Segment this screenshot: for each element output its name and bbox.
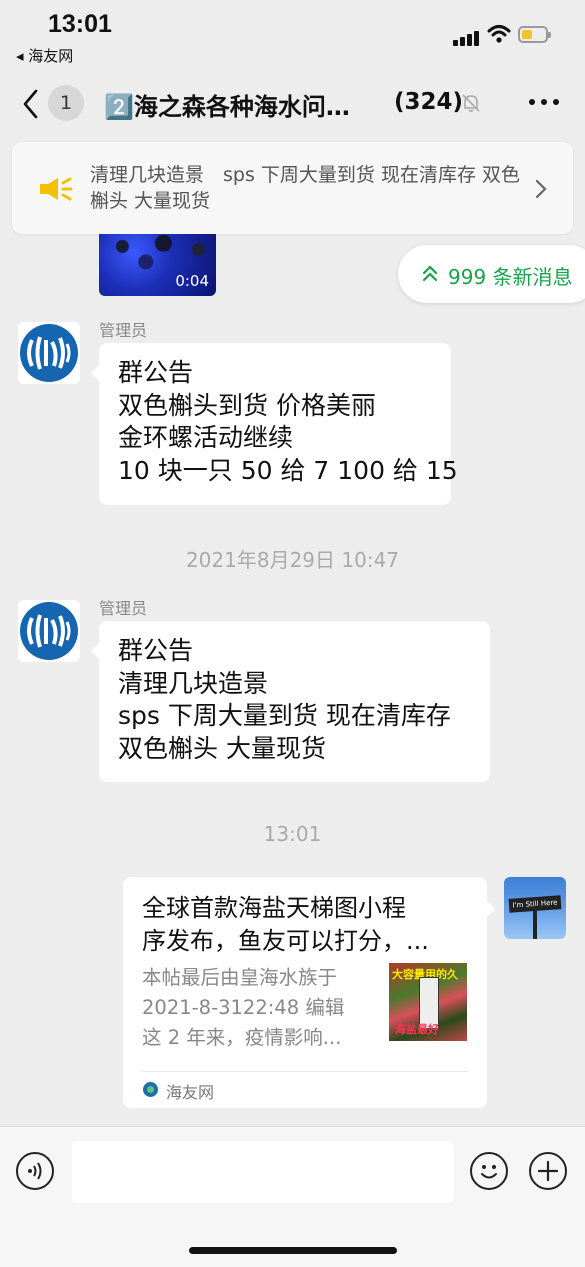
new-messages-label: 999 条新消息	[448, 265, 573, 289]
sender-avatar[interactable]	[18, 322, 80, 384]
message-input[interactable]	[72, 1141, 454, 1203]
smiley-icon	[481, 1165, 497, 1179]
chat-title: 2️⃣海之森各种海水问…	[104, 93, 350, 121]
link-title-line: 序发布，鱼友可以打分，...	[142, 927, 429, 955]
message-line: sps 下周大量到货 现在清库存	[118, 701, 451, 730]
source-logo-icon	[143, 1082, 158, 1097]
message-line: 清理几块造景	[118, 668, 269, 698]
link-thumbnail: 大容量用的久 海盐最好	[389, 963, 467, 1041]
link-title-line: 全球首款海盐天梯图小程	[142, 894, 406, 922]
status-bar: 13:01 ◂ 海友网	[0, 0, 585, 70]
message-input-bar	[0, 1126, 585, 1267]
video-message[interactable]: 0:04	[99, 234, 216, 296]
announcement-text: 清理几块造景 sps 下周大量到货 现在清库存 双色槲头 大量现货	[90, 164, 520, 212]
member-count: (324)	[394, 89, 464, 115]
link-desc-line: 本帖最后由皇海水族于	[142, 966, 338, 989]
double-chevron-up-icon	[422, 265, 438, 282]
link-desc-line: 2021-8-3122:48 编辑	[142, 996, 345, 1019]
message-timestamp: 2021年8月29日 10:47	[185, 548, 400, 572]
message-line: 双色槲头 大量现货	[118, 733, 326, 763]
chat-header: 1 2️⃣海之森各种海水问… (324)	[0, 75, 585, 133]
link-source: 海友网	[166, 1083, 215, 1102]
sender-name: 管理员	[99, 321, 148, 340]
video-duration: 0:04	[175, 272, 209, 290]
wifi-icon	[487, 25, 511, 43]
thumb-caption-bottom: 海盐最好	[395, 1023, 439, 1036]
back-to-app-link[interactable]: ◂ 海友网	[16, 45, 73, 66]
chevron-right-icon	[535, 179, 547, 199]
sender-avatar[interactable]	[18, 600, 80, 662]
plus-icon	[537, 1160, 559, 1182]
voice-input-button[interactable]	[16, 1152, 54, 1190]
my-avatar[interactable]: I'm Still Here	[504, 877, 566, 939]
message-line: 群公告	[118, 636, 194, 665]
back-chevron-icon[interactable]	[20, 88, 42, 120]
message-line: 10 块一只 50 给 7 100 给 15	[118, 455, 458, 485]
shared-link-card[interactable]: 全球首款海盐天梯图小程 序发布，鱼友可以打分，... 本帖最后由皇海水族于 20…	[123, 877, 495, 1108]
more-actions-button[interactable]	[529, 1152, 567, 1190]
message-line: 金环螺活动继续	[118, 423, 294, 452]
link-title: 全球首款海盐天梯图小程 序发布，鱼友可以打分，...	[142, 892, 472, 958]
avatar-sign-pole	[533, 911, 537, 939]
logo-avatar-icon	[18, 600, 80, 662]
time-divider: 13:01	[263, 822, 322, 846]
battery-icon	[518, 26, 551, 43]
home-indicator[interactable]	[189, 1247, 397, 1254]
cellular-signal-icon	[453, 28, 479, 46]
more-options-icon[interactable]	[528, 95, 560, 109]
emoji-button[interactable]	[470, 1152, 508, 1190]
unread-badge[interactable]: 1	[48, 85, 84, 121]
logo-avatar-icon	[18, 322, 80, 384]
sender-name: 管理员	[99, 599, 148, 618]
link-desc-line: 这 2 年来，疫情影响...	[142, 1026, 342, 1049]
megaphone-icon	[40, 177, 73, 201]
status-time: 13:01	[48, 10, 112, 38]
message-bubble[interactable]: 群公告 双色槲头到货 价格美丽 金环螺活动继续 10 块一只 50 给 7 10…	[91, 343, 458, 505]
group-announcement-banner[interactable]: 清理几块造景 sps 下周大量到货 现在清库存 双色槲头 大量现货	[12, 142, 573, 234]
mute-bell-icon	[462, 94, 480, 112]
message-bubble[interactable]: 群公告 清理几块造景 sps 下周大量到货 现在清库存 双色槲头 大量现货	[91, 621, 490, 782]
link-description: 本帖最后由皇海水族于 2021-8-3122:48 编辑 这 2 年来，疫情影响…	[142, 963, 372, 1053]
message-line: 双色槲头到货 价格美丽	[118, 390, 376, 420]
card-divider	[142, 1071, 468, 1072]
message-line: 群公告	[118, 358, 194, 387]
voice-waves-icon	[28, 1162, 42, 1180]
new-messages-button[interactable]: 999 条新消息	[398, 245, 585, 303]
